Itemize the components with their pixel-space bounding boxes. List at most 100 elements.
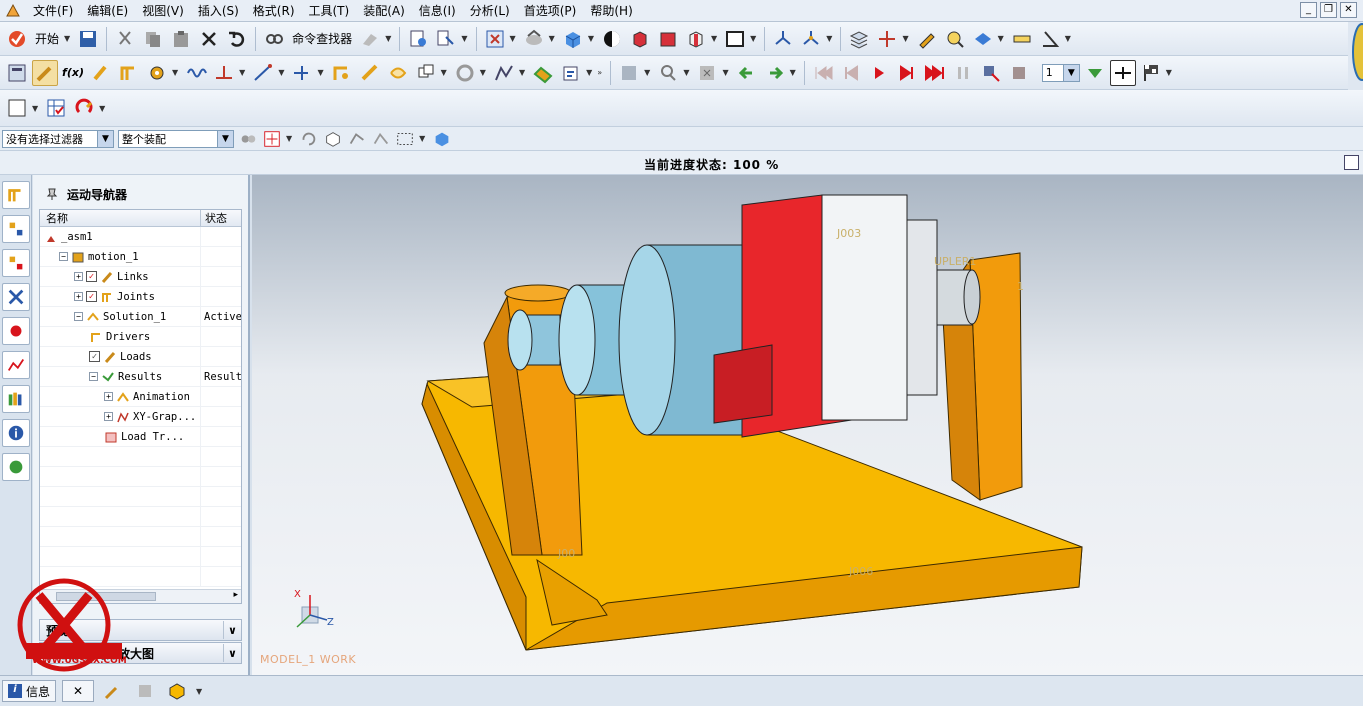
motion-navigator-tab-icon[interactable]	[2, 181, 30, 209]
type-filter-select[interactable]: 没有选择过滤器 ▼	[2, 129, 114, 148]
restore-button[interactable]: ❐	[1320, 2, 1337, 18]
information-tab[interactable]: i 信息	[2, 680, 57, 702]
function-icon[interactable]: f(x)	[60, 60, 86, 86]
finish-flag-icon[interactable]	[1138, 60, 1164, 86]
part-navigator-tab-icon[interactable]	[2, 249, 30, 277]
step-back-icon[interactable]	[838, 60, 864, 86]
clear-icon[interactable]	[694, 60, 720, 86]
command-finder-button[interactable]: 命令查找器	[292, 30, 352, 47]
copy-icon[interactable]	[140, 26, 166, 52]
menu-preferences[interactable]: 首选项(P)	[517, 0, 584, 22]
environment-icon[interactable]	[4, 60, 30, 86]
start-button[interactable]: 开始	[35, 30, 59, 47]
record-icon[interactable]	[978, 60, 1004, 86]
tree-row[interactable]: − Results Result	[40, 366, 241, 387]
measure-distance-icon[interactable]	[1009, 26, 1035, 52]
menu-information[interactable]: 信息(I)	[412, 0, 463, 22]
packaging-icon[interactable]	[452, 60, 478, 86]
reuse-library-tab-icon[interactable]	[2, 317, 30, 345]
gear-icon[interactable]	[144, 60, 170, 86]
menu-view[interactable]: 视图(V)	[135, 0, 191, 22]
tree-row[interactable]: − Solution_1 Active	[40, 306, 241, 327]
background-icon[interactable]	[722, 26, 748, 52]
tree-row[interactable]: + ✓ Joints	[40, 286, 241, 307]
rewind-icon[interactable]	[810, 60, 836, 86]
expand-icon[interactable]: +	[104, 392, 113, 401]
contact-icon[interactable]	[211, 60, 237, 86]
part-icon[interactable]	[164, 678, 190, 704]
select-mode-icon[interactable]	[433, 26, 459, 52]
list-icon[interactable]	[132, 678, 158, 704]
red-box-icon[interactable]	[655, 26, 681, 52]
web-browser-tab-icon[interactable]	[2, 453, 30, 481]
pin-icon[interactable]	[45, 187, 59, 201]
save-icon[interactable]	[75, 26, 101, 52]
menu-help[interactable]: 帮助(H)	[583, 0, 639, 22]
shaded-view-icon[interactable]	[560, 26, 586, 52]
chevron-down-icon[interactable]: ∨	[223, 621, 241, 639]
menu-file[interactable]: 文件(F)	[26, 0, 80, 22]
collapse-icon[interactable]: −	[74, 312, 83, 321]
solution-tool-icon[interactable]	[530, 60, 556, 86]
joint-label-j00[interactable]: J00	[557, 547, 575, 560]
speed-down-icon[interactable]	[1082, 60, 1108, 86]
wcs-icon[interactable]	[770, 26, 796, 52]
cut-icon[interactable]	[112, 26, 138, 52]
interference-icon[interactable]	[413, 60, 439, 86]
edge-display-icon[interactable]	[599, 26, 625, 52]
select-body-icon[interactable]	[323, 126, 343, 152]
table-check-icon[interactable]	[43, 95, 69, 121]
select-face-icon[interactable]	[347, 126, 367, 152]
search-icon[interactable]	[655, 60, 681, 86]
joint-tool-icon[interactable]	[116, 60, 142, 86]
fit-view-icon[interactable]	[482, 26, 508, 52]
menu-insert[interactable]: 插入(S)	[191, 0, 246, 22]
expand-icon[interactable]: +	[104, 412, 113, 421]
minimize-button[interactable]: _	[1300, 2, 1317, 18]
scope-select[interactable]: 整个装配 ▼	[118, 129, 234, 148]
start-icon[interactable]	[4, 26, 30, 52]
info-window-icon[interactable]	[405, 26, 431, 52]
assembly-navigator-tab-icon[interactable]	[2, 215, 30, 243]
snap-point-icon[interactable]	[262, 126, 282, 152]
expand-icon[interactable]: +	[74, 272, 83, 281]
collapse-icon[interactable]: −	[89, 372, 98, 381]
assembly-filter-icon[interactable]	[238, 126, 258, 152]
info-tab-icon[interactable]	[2, 419, 30, 447]
pin-bottom-icon[interactable]	[100, 678, 126, 704]
maximize-view-icon[interactable]	[1344, 155, 1359, 170]
undo-icon[interactable]	[224, 26, 250, 52]
tree-row[interactable]: _asm1	[40, 226, 241, 247]
arrow-left-icon[interactable]	[734, 60, 760, 86]
menu-tools[interactable]: 工具(T)	[302, 0, 357, 22]
edit-object-icon[interactable]	[914, 26, 940, 52]
tree-row[interactable]: + Animation	[40, 386, 241, 407]
column-status[interactable]: 状态	[201, 210, 227, 226]
measure-angle-icon[interactable]	[1037, 26, 1063, 52]
joint-label-j003[interactable]: J003	[836, 227, 861, 240]
menu-assembly[interactable]: 装配(A)	[356, 0, 412, 22]
paste-icon[interactable]	[168, 26, 194, 52]
step-forward-icon[interactable]	[894, 60, 920, 86]
display-icon[interactable]	[970, 26, 996, 52]
tree-row[interactable]: Load Tr...	[40, 426, 241, 447]
menu-format[interactable]: 格式(R)	[246, 0, 302, 22]
navigator-tree[interactable]: 名称 状态 _asm1− motion_1 + ✓ Links + ✓ Joints − Solu…	[39, 209, 242, 604]
checkbox[interactable]: ✓	[86, 271, 97, 282]
select-edge-icon[interactable]	[371, 126, 391, 152]
force-icon[interactable]	[289, 60, 315, 86]
assembly-model[interactable]: J003 UPLER1 1 J00 J006 X Z	[252, 175, 1363, 675]
checkbox[interactable]: ✓	[86, 291, 97, 302]
menu-analysis[interactable]: 分析(L)	[463, 0, 517, 22]
link-tool-icon[interactable]	[32, 59, 58, 86]
close-window-button[interactable]: ✕	[1340, 2, 1357, 18]
trace-icon[interactable]	[385, 60, 411, 86]
graphics-window[interactable]: J003 UPLER1 1 J00 J006 X Z MODEL_1 WORK	[252, 175, 1363, 675]
rotate-part-icon[interactable]	[71, 95, 97, 121]
close-tab-button[interactable]: ✕	[62, 680, 95, 702]
menu-edit[interactable]: 编辑(E)	[80, 0, 135, 22]
red-cube-icon[interactable]	[627, 26, 653, 52]
undo-select-icon[interactable]	[299, 126, 319, 152]
point-curve-icon[interactable]	[250, 60, 276, 86]
rotate-view-icon[interactable]	[521, 26, 547, 52]
